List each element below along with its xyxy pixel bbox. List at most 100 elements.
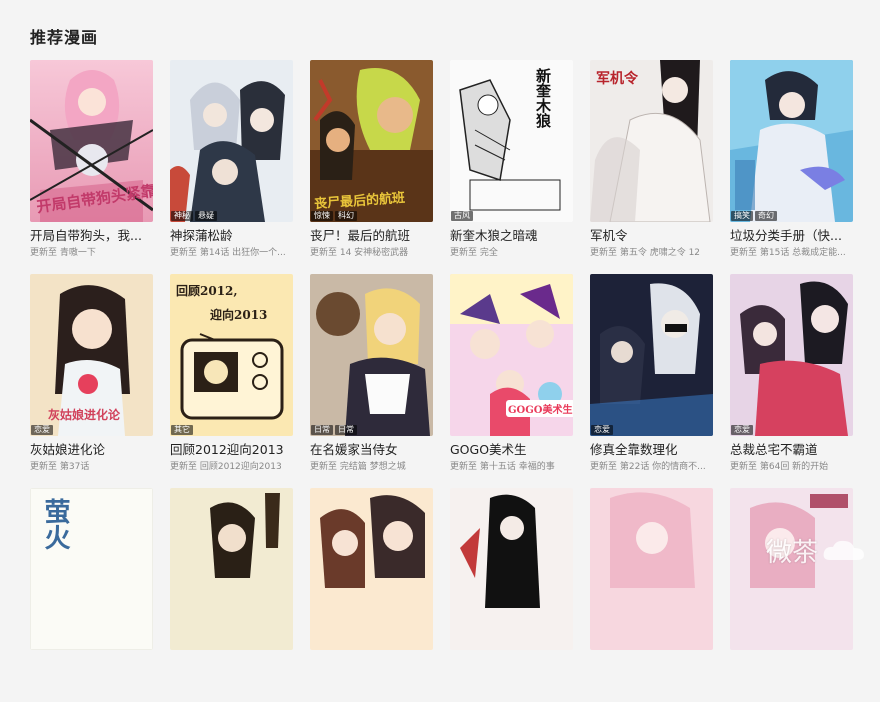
section-title: 推荐漫画 bbox=[30, 28, 99, 47]
watermark-text: 微茶 bbox=[765, 538, 818, 568]
comic-cover[interactable]: 灰姑娘进化论 恋爱 bbox=[30, 274, 153, 436]
comic-card[interactable]: 军机令 军机令 更新至 第五令 虎啸之令 12 bbox=[590, 60, 713, 274]
comic-cover[interactable]: 恋爱 bbox=[730, 274, 853, 436]
comic-card[interactable]: 开局自带狗头紧靠 开局自带狗头，我... 更新至 青嗷一下 bbox=[30, 60, 153, 274]
cover-tags: 恋爱 bbox=[591, 425, 613, 435]
cover-tags: 恋爱 bbox=[31, 425, 53, 435]
comic-title[interactable]: 灰姑娘进化论 bbox=[30, 442, 153, 458]
comic-cover[interactable]: 日常 日常 bbox=[310, 274, 433, 436]
comic-card[interactable]: 恋爱 修真全靠数理化 更新至 第22话 你的情商不... bbox=[590, 274, 713, 488]
comic-cover[interactable] bbox=[310, 488, 433, 650]
cover-title: 回顾2012, bbox=[176, 284, 238, 298]
cover-art bbox=[170, 488, 293, 650]
cover-tags: 日常 日常 bbox=[311, 425, 357, 435]
comic-cover[interactable] bbox=[590, 488, 713, 650]
comic-update: 更新至 青嗷一下 bbox=[30, 248, 96, 258]
comic-cover[interactable]: GOGO美术生 bbox=[450, 274, 573, 436]
cover-title: 新奎木狼 bbox=[534, 68, 552, 128]
cover-art bbox=[730, 274, 853, 436]
comic-title[interactable]: 神探蒲松龄 bbox=[170, 228, 293, 244]
genre-tag: 日常 bbox=[311, 425, 333, 435]
comic-card[interactable] bbox=[170, 488, 293, 702]
comic-title[interactable]: 新奎木狼之暗魂 bbox=[450, 228, 573, 244]
comic-card[interactable] bbox=[310, 488, 433, 702]
comic-title[interactable]: 垃圾分类手册（快... bbox=[730, 228, 853, 244]
cover-tags: 恋爱 bbox=[731, 425, 753, 435]
comic-cover[interactable]: 丧尸最后的航班 惊悚 科幻 bbox=[310, 60, 433, 222]
comic-cover[interactable]: 神秘 悬疑 bbox=[170, 60, 293, 222]
comic-title[interactable]: 回顾2012迎向2013 bbox=[170, 442, 293, 458]
cover-title: 军机令 bbox=[596, 71, 638, 87]
comic-title[interactable]: 丧尸！最后的航班 bbox=[310, 228, 433, 244]
comic-card[interactable]: GOGO美术生 GOGO美术生 更新至 第十五话 幸福的事 bbox=[450, 274, 573, 488]
comic-card[interactable]: 搞笑 奇幻 垃圾分类手册（快... 更新至 第15话 总裁成定能... bbox=[730, 60, 853, 274]
comic-cover[interactable] bbox=[730, 488, 853, 650]
cover-tags: 惊悚 科幻 bbox=[311, 211, 357, 221]
genre-tag: 其它 bbox=[171, 425, 193, 435]
comic-cover[interactable] bbox=[450, 488, 573, 650]
watermark: 微茶 bbox=[766, 532, 866, 569]
comic-update: 更新至 第14话 出狂你一个... bbox=[170, 248, 286, 258]
cover-title: 迎向2013 bbox=[210, 308, 268, 322]
comic-cover[interactable] bbox=[170, 488, 293, 650]
cover-art bbox=[590, 274, 713, 436]
comic-card[interactable]: 萤火 bbox=[30, 488, 153, 702]
genre-tag: 日常 bbox=[335, 425, 357, 435]
comic-cover[interactable]: 军机令 bbox=[590, 60, 713, 222]
cover-art bbox=[730, 488, 853, 650]
comic-update: 更新至 第十五话 幸福的事 bbox=[450, 462, 555, 472]
comic-update: 更新至 14 安神秘密武器 bbox=[310, 248, 409, 258]
comic-title[interactable]: 开局自带狗头，我... bbox=[30, 228, 153, 244]
comic-cover[interactable]: 搞笑 奇幻 bbox=[730, 60, 853, 222]
comic-update: 更新至 第37话 bbox=[30, 462, 90, 472]
comic-card[interactable]: 灰姑娘进化论 恋爱 灰姑娘进化论 更新至 第37话 bbox=[30, 274, 153, 488]
cover-tags: 其它 bbox=[171, 425, 193, 435]
cover-art bbox=[730, 60, 853, 222]
genre-tag: 恋爱 bbox=[591, 425, 613, 435]
comic-card[interactable]: 回顾2012, 迎向2013 其它 回顾2012迎向2013 更新至 回顾201… bbox=[170, 274, 293, 488]
comic-update: 更新至 完结篇 梦想之城 bbox=[310, 462, 406, 472]
cover-art bbox=[170, 60, 293, 222]
comic-card[interactable]: 神秘 悬疑 神探蒲松龄 更新至 第14话 出狂你一个... bbox=[170, 60, 293, 274]
cover-tags: 古风 bbox=[451, 211, 473, 221]
comic-card[interactable]: 丧尸最后的航班 惊悚 科幻 丧尸！最后的航班 更新至 14 安神秘密武器 bbox=[310, 60, 433, 274]
comic-card[interactable] bbox=[730, 488, 853, 702]
genre-tag: 恋爱 bbox=[731, 425, 753, 435]
cover-art bbox=[310, 274, 433, 436]
cover-art bbox=[450, 488, 573, 650]
cover-art bbox=[310, 488, 433, 650]
cover-art bbox=[450, 60, 573, 222]
genre-tag: 神秘 bbox=[171, 211, 193, 221]
genre-tag: 恋爱 bbox=[31, 425, 53, 435]
comic-cover[interactable]: 开局自带狗头紧靠 bbox=[30, 60, 153, 222]
comic-title[interactable]: GOGO美术生 bbox=[450, 442, 573, 458]
cloud-icon bbox=[823, 540, 864, 560]
comic-cover[interactable]: 恋爱 bbox=[590, 274, 713, 436]
comic-cover[interactable]: 回顾2012, 迎向2013 其它 bbox=[170, 274, 293, 436]
comic-title[interactable]: 在名媛家当侍女 bbox=[310, 442, 433, 458]
comic-title[interactable]: 总裁总宅不霸道 bbox=[730, 442, 853, 458]
comic-update: 更新至 第22话 你的情商不... bbox=[590, 462, 706, 472]
comic-title[interactable]: 修真全靠数理化 bbox=[590, 442, 713, 458]
comic-card[interactable] bbox=[590, 488, 713, 702]
cover-tags: 搞笑 奇幻 bbox=[731, 211, 777, 221]
comic-grid: 开局自带狗头紧靠 开局自带狗头，我... 更新至 青嗷一下 神秘 悬疑 神探蒲松… bbox=[30, 60, 853, 702]
comic-title[interactable]: 军机令 bbox=[590, 228, 713, 244]
comic-cover[interactable]: 新奎木狼 古风 bbox=[450, 60, 573, 222]
comic-card[interactable]: 日常 日常 在名媛家当侍女 更新至 完结篇 梦想之城 bbox=[310, 274, 433, 488]
comic-update: 更新至 第64回 新的开始 bbox=[730, 462, 829, 472]
genre-tag: 奇幻 bbox=[755, 211, 777, 221]
genre-tag: 科幻 bbox=[335, 211, 357, 221]
cover-title: 萤火 bbox=[40, 498, 70, 550]
comic-card[interactable] bbox=[450, 488, 573, 702]
cover-title: GOGO美术生 bbox=[506, 400, 573, 417]
comic-update: 更新至 第五令 虎啸之令 12 bbox=[590, 248, 701, 258]
comic-card[interactable]: 新奎木狼 古风 新奎木狼之暗魂 更新至 完全 bbox=[450, 60, 573, 274]
genre-tag: 搞笑 bbox=[731, 211, 753, 221]
comic-card[interactable]: 恋爱 总裁总宅不霸道 更新至 第64回 新的开始 bbox=[730, 274, 853, 488]
cover-art bbox=[590, 488, 713, 650]
cover-tags: 神秘 悬疑 bbox=[171, 211, 217, 221]
comic-update: 更新至 第15话 总裁成定能... bbox=[730, 248, 846, 258]
comic-cover[interactable]: 萤火 bbox=[30, 488, 153, 650]
genre-tag: 悬疑 bbox=[195, 211, 217, 221]
